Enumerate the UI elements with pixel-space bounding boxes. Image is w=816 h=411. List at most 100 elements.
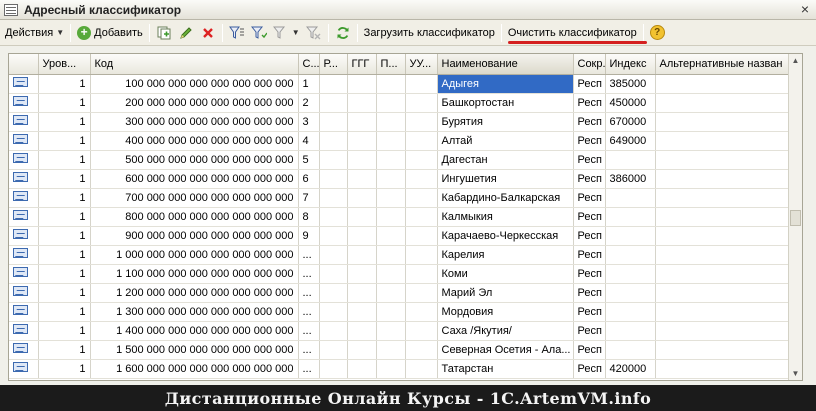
r-cell[interactable] [319,188,348,208]
level-cell[interactable]: 1 [38,150,91,170]
ggg-cell[interactable] [347,302,377,322]
abbr-cell[interactable]: Респ [573,150,606,170]
index-cell[interactable] [605,283,656,303]
filter-value-button[interactable] [248,23,270,43]
uu-cell[interactable] [405,131,438,151]
c-cell[interactable]: 3 [298,112,320,132]
uu-cell[interactable] [405,169,438,189]
alt-cell[interactable] [655,264,790,284]
level-cell[interactable]: 1 [38,283,91,303]
c-cell[interactable]: 5 [298,150,320,170]
index-cell[interactable]: 450000 [605,93,656,113]
vertical-scrollbar[interactable]: ▲ ▼ [788,54,802,380]
name-cell[interactable]: Алтай [437,131,574,151]
uu-cell[interactable] [405,74,438,94]
r-cell[interactable] [319,283,348,303]
alt-cell[interactable] [655,302,790,322]
r-cell[interactable] [319,359,348,379]
ggg-cell[interactable] [347,188,377,208]
level-cell[interactable]: 1 [38,245,91,265]
code-cell[interactable]: 400 000 000 000 000 000 000 000 [90,131,299,151]
name-cell[interactable]: Ингушетия [437,169,574,189]
abbr-cell[interactable]: Респ [573,321,606,341]
level-cell[interactable]: 1 [38,226,91,246]
p-cell[interactable] [376,340,406,360]
table-row[interactable]: 1 700 000 000 000 000 000 000 000 7 Кабарди… [9,188,790,208]
name-cell[interactable]: Бурятия [437,112,574,132]
c-cell[interactable]: ... [298,264,320,284]
uu-cell[interactable] [405,245,438,265]
r-cell[interactable] [319,245,348,265]
table-row[interactable]: 1 900 000 000 000 000 000 000 000 9 Карачае… [9,226,790,246]
code-cell[interactable]: 100 000 000 000 000 000 000 000 [90,74,299,94]
c-cell[interactable]: ... [298,340,320,360]
uu-cell[interactable] [405,188,438,208]
abbr-cell[interactable]: Респ [573,207,606,227]
code-cell[interactable]: 200 000 000 000 000 000 000 000 [90,93,299,113]
code-cell[interactable]: 300 000 000 000 000 000 000 000 [90,112,299,132]
row-type-cell[interactable] [9,93,39,113]
index-cell[interactable] [605,207,656,227]
code-cell[interactable]: 1 300 000 000 000 000 000 000 000 [90,302,299,322]
table-row[interactable]: 1 600 000 000 000 000 000 000 000 6 Ингушет… [9,169,790,189]
abbr-cell[interactable]: Респ [573,245,606,265]
uu-cell[interactable] [405,283,438,303]
alt-cell[interactable] [655,112,790,132]
p-cell[interactable] [376,93,406,113]
ggg-cell[interactable] [347,74,377,94]
r-cell[interactable] [319,340,348,360]
clear-filter-button[interactable] [303,23,325,43]
row-type-cell[interactable] [9,207,39,227]
code-cell[interactable]: 1 400 000 000 000 000 000 000 000 [90,321,299,341]
ggg-cell[interactable] [347,340,377,360]
c-cell[interactable]: 6 [298,169,320,189]
ggg-cell[interactable] [347,321,377,341]
ggg-cell[interactable] [347,245,377,265]
p-cell[interactable] [376,264,406,284]
row-type-cell[interactable] [9,150,39,170]
code-cell[interactable]: 1 600 000 000 000 000 000 000 000 [90,359,299,379]
table-row[interactable]: 11 300 000 000 000 000 000 000 000... Мор… [9,302,790,322]
index-cell[interactable] [605,245,656,265]
r-cell[interactable] [319,207,348,227]
uu-cell[interactable] [405,93,438,113]
ggg-cell[interactable] [347,207,377,227]
name-cell[interactable]: Дагестан [437,150,574,170]
uu-cell[interactable] [405,359,438,379]
ggg-cell[interactable] [347,283,377,303]
name-cell[interactable]: Северная Осетия - Ала... [437,340,574,360]
ggg-cell[interactable] [347,112,377,132]
alt-cell[interactable] [655,93,790,113]
p-cell[interactable] [376,131,406,151]
filter-set-button[interactable] [226,23,248,43]
uu-cell[interactable] [405,112,438,132]
row-type-cell[interactable] [9,264,39,284]
r-cell[interactable] [319,264,348,284]
table-row[interactable]: 1 400 000 000 000 000 000 000 000 4 Алтай Ре… [9,131,790,151]
level-cell[interactable]: 1 [38,207,91,227]
p-cell[interactable] [376,188,406,208]
index-cell[interactable] [605,188,656,208]
index-cell[interactable]: 649000 [605,131,656,151]
c-cell[interactable]: 4 [298,131,320,151]
c-cell[interactable]: ... [298,321,320,341]
name-cell[interactable]: Карелия [437,245,574,265]
abbr-cell[interactable]: Респ [573,302,606,322]
alt-cell[interactable] [655,169,790,189]
column-header-r[interactable]: Р... [319,54,348,75]
scroll-thumb[interactable] [790,210,801,226]
level-cell[interactable]: 1 [38,112,91,132]
table-row[interactable]: 1 800 000 000 000 000 000 000 000 8 Калмыки… [9,207,790,227]
column-header-name[interactable]: Наименование [437,54,574,75]
alt-cell[interactable] [655,188,790,208]
row-type-cell[interactable] [9,169,39,189]
alt-cell[interactable] [655,283,790,303]
c-cell[interactable]: 7 [298,188,320,208]
classifier-table[interactable]: Уров... Код С... Р... ГГГ П... УУ... Наи… [8,53,803,381]
alt-cell[interactable] [655,131,790,151]
c-cell[interactable]: ... [298,302,320,322]
c-cell[interactable]: 1 [298,74,320,94]
alt-cell[interactable] [655,207,790,227]
table-row[interactable]: 11 500 000 000 000 000 000 000 000... Сев… [9,340,790,360]
alt-cell[interactable] [655,340,790,360]
